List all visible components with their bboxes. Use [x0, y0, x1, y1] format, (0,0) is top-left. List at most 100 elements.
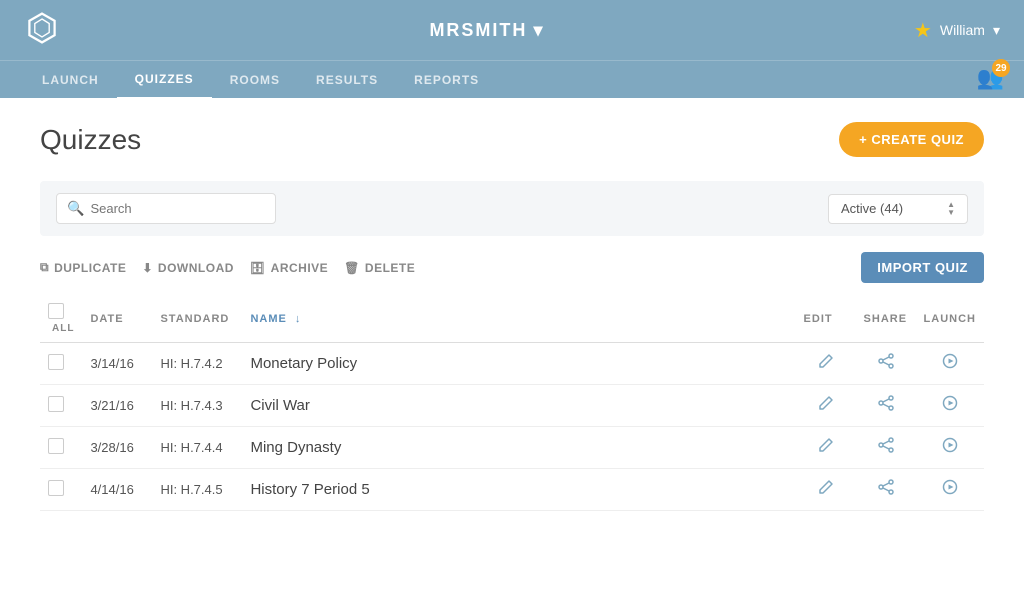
share-cell-1[interactable]: [856, 385, 916, 427]
row-name-2: Ming Dynasty: [242, 427, 795, 469]
star-icon: ★: [914, 18, 932, 43]
row-checkbox-cell: [40, 427, 82, 469]
nav-item-quizzes[interactable]: QUIZZES: [117, 61, 212, 99]
archive-button[interactable]: 🗄 ARCHIVE: [250, 261, 328, 275]
duplicate-button[interactable]: ⧉ DUPLICATE: [40, 260, 126, 275]
row-checkbox-1[interactable]: [48, 396, 64, 412]
import-quiz-button[interactable]: IMPORT QUIZ: [861, 252, 984, 283]
logo[interactable]: [24, 10, 60, 51]
name-column-header[interactable]: NAME ↓: [242, 295, 795, 343]
download-button[interactable]: ⬇ DOWNLOAD: [142, 261, 234, 275]
edit-column-header: EDIT: [796, 295, 856, 343]
share-cell-2[interactable]: [856, 427, 916, 469]
nav-item-rooms[interactable]: ROOMS: [212, 61, 298, 99]
delete-icon: 🗑: [344, 261, 360, 275]
share-cell-3[interactable]: [856, 469, 916, 511]
row-standard-0: HI: H.7.4.2: [152, 343, 242, 385]
search-box[interactable]: 🔍: [56, 193, 276, 224]
table-row: 3/28/16 HI: H.7.4.4 Ming Dynasty: [40, 427, 984, 469]
select-all-header[interactable]: ALL: [40, 295, 82, 343]
header: MRSMITH ▾ ★ William ▾: [0, 0, 1024, 60]
edit-icon-0[interactable]: [818, 356, 834, 373]
row-name-1: Civil War: [242, 385, 795, 427]
quiz-table: ALL DATE STANDARD NAME ↓ EDIT SHARE LAUN…: [40, 295, 984, 511]
table-row: 3/14/16 HI: H.7.4.2 Monetary Policy: [40, 343, 984, 385]
download-label: DOWNLOAD: [158, 261, 234, 275]
row-name-0: Monetary Policy: [242, 343, 795, 385]
download-icon: ⬇: [142, 261, 153, 275]
launch-icon-2[interactable]: [942, 440, 958, 457]
filter-row: 🔍 Active (44) ▲ ▼: [40, 181, 984, 236]
row-standard-3: HI: H.7.4.5: [152, 469, 242, 511]
archive-icon: 🗄: [250, 261, 266, 275]
row-checkbox-2[interactable]: [48, 438, 64, 454]
row-checkbox-3[interactable]: [48, 480, 64, 496]
share-icon-0[interactable]: [878, 356, 894, 373]
row-checkbox-cell: [40, 385, 82, 427]
table-header-row: ALL DATE STANDARD NAME ↓ EDIT SHARE LAUN…: [40, 295, 984, 343]
create-quiz-button[interactable]: + CREATE QUIZ: [839, 122, 984, 157]
search-icon: 🔍: [67, 200, 84, 217]
row-date-2: 3/28/16: [82, 427, 152, 469]
edit-cell-0[interactable]: [796, 343, 856, 385]
row-date-3: 4/14/16: [82, 469, 152, 511]
table-row: 4/14/16 HI: H.7.4.5 History 7 Period 5: [40, 469, 984, 511]
active-filter-select[interactable]: Active (44) ▲ ▼: [828, 194, 968, 224]
duplicate-icon: ⧉: [40, 260, 49, 275]
edit-icon-1[interactable]: [818, 398, 834, 415]
app-title[interactable]: MRSMITH ▾: [429, 20, 544, 41]
user-menu[interactable]: ★ William ▾: [914, 18, 1000, 43]
launch-column-header: LAUNCH: [916, 295, 984, 343]
share-cell-0[interactable]: [856, 343, 916, 385]
edit-icon-2[interactable]: [818, 440, 834, 457]
row-date-0: 3/14/16: [82, 343, 152, 385]
share-column-header: SHARE: [856, 295, 916, 343]
standard-column-header: STANDARD: [152, 295, 242, 343]
nav-item-reports[interactable]: REPORTS: [396, 61, 497, 99]
navigation: LAUNCH QUIZZES ROOMS RESULTS REPORTS 👥 2…: [0, 60, 1024, 98]
archive-label: ARCHIVE: [271, 261, 329, 275]
row-date-1: 3/21/16: [82, 385, 152, 427]
delete-button[interactable]: 🗑 DELETE: [344, 261, 415, 275]
toolbar: ⧉ DUPLICATE ⬇ DOWNLOAD 🗄 ARCHIVE 🗑 DELET…: [40, 252, 984, 283]
launch-cell-2[interactable]: [916, 427, 984, 469]
filter-label: Active (44): [841, 201, 903, 216]
share-icon-3[interactable]: [878, 482, 894, 499]
launch-cell-3[interactable]: [916, 469, 984, 511]
badge-count: 29: [992, 59, 1010, 77]
toolbar-left: ⧉ DUPLICATE ⬇ DOWNLOAD 🗄 ARCHIVE 🗑 DELET…: [40, 260, 415, 275]
edit-cell-1[interactable]: [796, 385, 856, 427]
share-icon-2[interactable]: [878, 440, 894, 457]
select-all-checkbox[interactable]: [48, 303, 64, 319]
launch-icon-1[interactable]: [942, 398, 958, 415]
row-checkbox-cell: [40, 469, 82, 511]
date-column-header: DATE: [82, 295, 152, 343]
row-name-3: History 7 Period 5: [242, 469, 795, 511]
launch-icon-0[interactable]: [942, 356, 958, 373]
row-checkbox-0[interactable]: [48, 354, 64, 370]
nav-item-results[interactable]: RESULTS: [298, 61, 396, 99]
search-input[interactable]: [90, 201, 265, 216]
row-standard-2: HI: H.7.4.4: [152, 427, 242, 469]
nav-item-launch[interactable]: LAUNCH: [24, 61, 117, 99]
row-standard-1: HI: H.7.4.3: [152, 385, 242, 427]
app-title-text: MRSMITH: [429, 20, 527, 41]
notification-badge[interactable]: 👥 29: [977, 65, 1004, 91]
edit-cell-2[interactable]: [796, 427, 856, 469]
share-icon-1[interactable]: [878, 398, 894, 415]
table-row: 3/21/16 HI: H.7.4.3 Civil War: [40, 385, 984, 427]
edit-icon-3[interactable]: [818, 482, 834, 499]
page-title: Quizzes: [40, 124, 141, 156]
user-chevron-icon: ▾: [993, 22, 1000, 39]
page-header: Quizzes + CREATE QUIZ: [40, 122, 984, 157]
select-arrows-icon: ▲ ▼: [947, 201, 955, 217]
launch-cell-0[interactable]: [916, 343, 984, 385]
app-title-chevron-icon: ▾: [533, 20, 544, 41]
row-checkbox-cell: [40, 343, 82, 385]
sort-arrow-icon: ↓: [295, 313, 302, 325]
edit-cell-3[interactable]: [796, 469, 856, 511]
launch-cell-1[interactable]: [916, 385, 984, 427]
all-label: ALL: [52, 323, 74, 334]
launch-icon-3[interactable]: [942, 482, 958, 499]
delete-label: DELETE: [365, 261, 415, 275]
